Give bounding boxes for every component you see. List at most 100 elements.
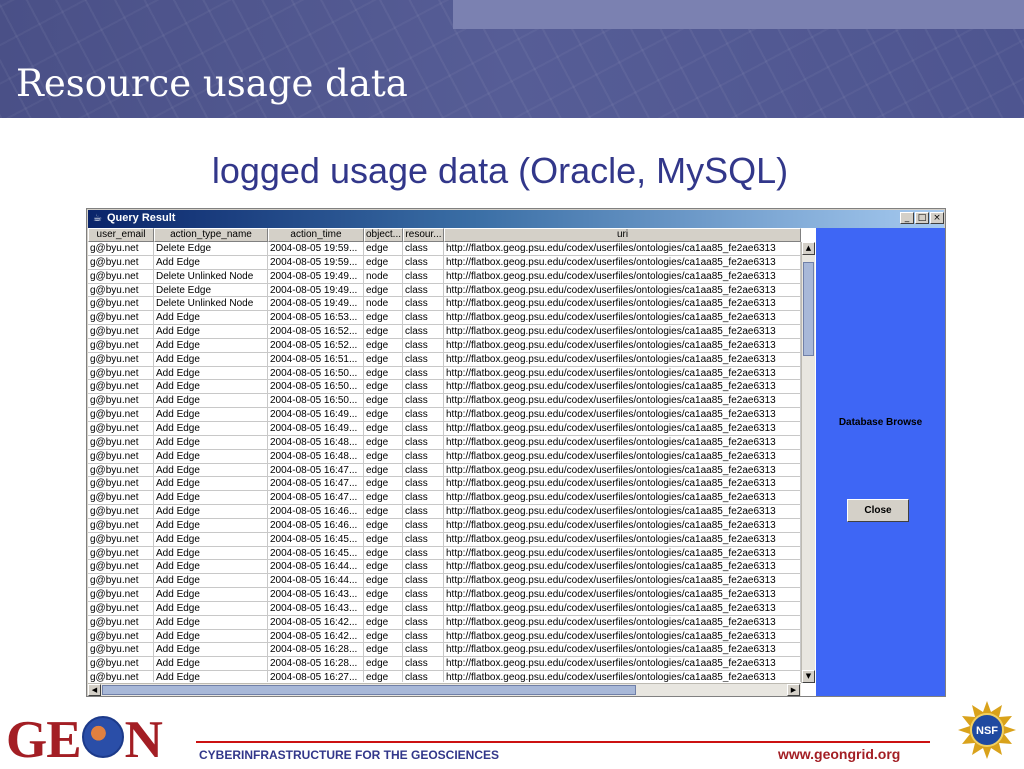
window-titlebar[interactable]: ☕ Query Result _ □ × xyxy=(88,210,944,228)
cell-uri: http://flatbox.geog.psu.edu/codex/userfi… xyxy=(444,421,801,436)
minimize-button[interactable]: _ xyxy=(900,212,914,224)
horizontal-scrollbar[interactable]: ◀ ▶ xyxy=(88,683,801,696)
column-header-action-time[interactable]: action_time xyxy=(268,228,364,242)
table-row[interactable]: g@byu.net Add Edge 2004-08-05 16:28... edge… xyxy=(88,657,801,672)
scroll-down-icon[interactable]: ▼ xyxy=(802,670,815,683)
table-row[interactable]: g@byu.net Add Edge 2004-08-05 19:59... edge… xyxy=(88,255,801,270)
vertical-scroll-thumb[interactable] xyxy=(803,262,814,356)
cell-object: edge xyxy=(364,505,403,519)
close-button[interactable]: Close xyxy=(847,499,909,522)
table-row[interactable]: g@byu.net Add Edge 2004-08-05 16:47... edge… xyxy=(88,477,801,492)
cell-object: edge xyxy=(364,518,403,533)
table-row[interactable]: g@byu.net Delete Edge 2004-08-05 19:49... e… xyxy=(88,283,801,298)
table-row[interactable]: g@byu.net Add Edge 2004-08-05 16:43... edge… xyxy=(88,601,801,616)
table-row[interactable]: g@byu.net Add Edge 2004-08-05 16:50... edge… xyxy=(88,380,801,395)
table-row[interactable]: g@byu.net Add Edge 2004-08-05 16:46... edge… xyxy=(88,505,801,519)
table-row[interactable]: g@byu.net Add Edge 2004-08-05 16:49... edge… xyxy=(88,421,801,436)
close-window-button[interactable]: × xyxy=(930,212,944,224)
cell-uri: http://flatbox.geog.psu.edu/codex/userfi… xyxy=(444,588,801,602)
table-row[interactable]: g@byu.net Add Edge 2004-08-05 16:42... edge… xyxy=(88,615,801,630)
column-header-user-email[interactable]: user_email xyxy=(88,228,154,242)
cell-action-type-name: Add Edge xyxy=(154,255,268,270)
table-row[interactable]: g@byu.net Delete Unlinked Node 2004-08-05 … xyxy=(88,297,801,312)
table-row[interactable]: g@byu.net Add Edge 2004-08-05 16:42... edge… xyxy=(88,629,801,644)
cell-object: node xyxy=(364,297,403,312)
table-row[interactable]: g@byu.net Add Edge 2004-08-05 16:44... edge… xyxy=(88,560,801,575)
cell-object: edge xyxy=(364,408,403,422)
cell-action-type-name: Add Edge xyxy=(154,477,268,492)
cell-resource: class xyxy=(403,366,444,381)
slide-subtitle: logged usage data (Oracle, MySQL) xyxy=(211,150,789,191)
header-band xyxy=(453,0,1024,29)
cell-action-time: 2004-08-05 16:51... xyxy=(268,352,364,367)
cell-resource: class xyxy=(403,491,444,506)
table-body: g@byu.net Delete Edge 2004-08-05 19:59... e… xyxy=(88,242,801,682)
table-row[interactable]: g@byu.net Add Edge 2004-08-05 16:52... edge… xyxy=(88,338,801,353)
table-row[interactable]: g@byu.net Add Edge 2004-08-05 16:46... edge… xyxy=(88,518,801,533)
table-row[interactable]: g@byu.net Add Edge 2004-08-05 16:28... edge… xyxy=(88,643,801,658)
scroll-left-icon[interactable]: ◀ xyxy=(88,684,101,696)
column-header-action-type-name[interactable]: action_type_name xyxy=(154,228,268,242)
cell-object: edge xyxy=(364,671,403,682)
cell-user-email: g@byu.net xyxy=(88,518,154,533)
cell-uri: http://flatbox.geog.psu.edu/codex/userfi… xyxy=(444,352,801,367)
table-row[interactable]: g@byu.net Delete Unlinked Node 2004-08-05 … xyxy=(88,269,801,284)
table-row[interactable]: g@byu.net Add Edge 2004-08-05 16:52... edge… xyxy=(88,325,801,339)
cell-user-email: g@byu.net xyxy=(88,255,154,270)
cell-action-type-name: Add Edge xyxy=(154,588,268,602)
cell-uri: http://flatbox.geog.psu.edu/codex/userfi… xyxy=(444,505,801,519)
scroll-up-icon[interactable]: ▲ xyxy=(802,242,815,255)
cell-object: edge xyxy=(364,421,403,436)
cell-resource: class xyxy=(403,255,444,270)
cell-uri: http://flatbox.geog.psu.edu/codex/userfi… xyxy=(444,463,801,478)
cell-uri: http://flatbox.geog.psu.edu/codex/userfi… xyxy=(444,297,801,312)
cell-object: edge xyxy=(364,615,403,630)
cell-action-time: 2004-08-05 16:48... xyxy=(268,435,364,450)
horizontal-scroll-thumb[interactable] xyxy=(102,685,636,695)
table-row[interactable]: g@byu.net Add Edge 2004-08-05 16:53... edge… xyxy=(88,311,801,326)
table-row[interactable]: g@byu.net Add Edge 2004-08-05 16:47... edge… xyxy=(88,463,801,478)
cell-action-type-name: Add Edge xyxy=(154,394,268,409)
footer-tagline: CYBERINFRASTRUCTURE FOR THE GEOSCIENCES xyxy=(199,748,500,762)
table-row[interactable]: g@byu.net Add Edge 2004-08-05 16:50... edge… xyxy=(88,394,801,409)
cell-object: node xyxy=(364,269,403,284)
header-banner: Resource usage data xyxy=(0,0,1024,118)
scroll-right-icon[interactable]: ▶ xyxy=(787,684,800,696)
cell-uri: http://flatbox.geog.psu.edu/codex/userfi… xyxy=(444,325,801,339)
cell-action-time: 2004-08-05 16:46... xyxy=(268,505,364,519)
cell-uri: http://flatbox.geog.psu.edu/codex/userfi… xyxy=(444,242,801,256)
table-row[interactable]: g@byu.net Add Edge 2004-08-05 16:48... edge… xyxy=(88,435,801,450)
table-row[interactable]: g@byu.net Add Edge 2004-08-05 16:43... edge… xyxy=(88,588,801,602)
table-row[interactable]: g@byu.net Add Edge 2004-08-05 16:50... edge… xyxy=(88,366,801,381)
column-header-uri[interactable]: uri xyxy=(444,228,801,242)
column-header-object[interactable]: object... xyxy=(364,228,403,242)
cell-action-type-name: Add Edge xyxy=(154,505,268,519)
cell-action-time: 2004-08-05 16:50... xyxy=(268,380,364,395)
cell-resource: class xyxy=(403,421,444,436)
cell-uri: http://flatbox.geog.psu.edu/codex/userfi… xyxy=(444,615,801,630)
table-row[interactable]: g@byu.net Add Edge 2004-08-05 16:45... edge… xyxy=(88,546,801,561)
cell-action-type-name: Add Edge xyxy=(154,311,268,326)
table-row[interactable]: g@byu.net Add Edge 2004-08-05 16:47... edge… xyxy=(88,491,801,506)
nsf-label: NSF xyxy=(976,725,998,737)
table-row[interactable]: g@byu.net Add Edge 2004-08-05 16:27... edge… xyxy=(88,671,801,682)
vertical-scrollbar[interactable]: ▲ ▼ xyxy=(801,242,815,683)
table-row[interactable]: g@byu.net Add Edge 2004-08-05 16:48... edge… xyxy=(88,449,801,464)
cell-action-time: 2004-08-05 19:59... xyxy=(268,255,364,270)
footer-url[interactable]: www.geongrid.org xyxy=(778,746,900,762)
cell-action-type-name: Add Edge xyxy=(154,546,268,561)
table-row[interactable]: g@byu.net Add Edge 2004-08-05 16:44... edge… xyxy=(88,574,801,589)
table-row[interactable]: g@byu.net Add Edge 2004-08-05 16:45... edge… xyxy=(88,532,801,547)
cell-resource: class xyxy=(403,643,444,658)
table-header: user_email action_type_name action_time obj… xyxy=(88,228,801,242)
column-header-resource[interactable]: resour... xyxy=(403,228,444,242)
cell-user-email: g@byu.net xyxy=(88,615,154,630)
cell-resource: class xyxy=(403,311,444,326)
cell-action-time: 2004-08-05 16:28... xyxy=(268,657,364,672)
maximize-button[interactable]: □ xyxy=(915,212,929,224)
table-row[interactable]: g@byu.net Delete Edge 2004-08-05 19:59... e… xyxy=(88,242,801,256)
cell-action-time: 2004-08-05 16:44... xyxy=(268,560,364,575)
table-row[interactable]: g@byu.net Add Edge 2004-08-05 16:49... edge… xyxy=(88,408,801,422)
cell-action-type-name: Add Edge xyxy=(154,352,268,367)
table-row[interactable]: g@byu.net Add Edge 2004-08-05 16:51... edge… xyxy=(88,352,801,367)
